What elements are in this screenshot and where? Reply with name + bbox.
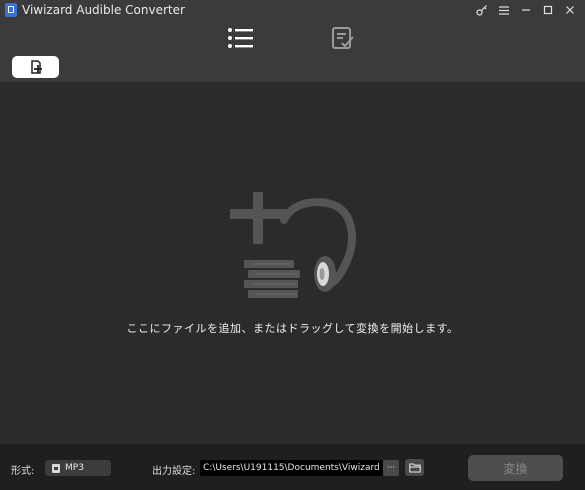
toolbar [0, 20, 585, 82]
output-label: 出力設定: [152, 466, 196, 477]
window-controls [471, 0, 581, 20]
key-icon[interactable] [471, 0, 493, 20]
add-file-icon [30, 60, 42, 74]
maximize-icon[interactable] [537, 0, 559, 20]
format-value: MP3 [65, 463, 84, 473]
folder-icon [408, 462, 421, 473]
title-bar: Viwizard Audible Converter [0, 0, 585, 20]
app-title: Viwizard Audible Converter [22, 3, 185, 17]
minimize-icon[interactable] [515, 0, 537, 20]
open-folder-button[interactable] [405, 459, 424, 476]
close-icon[interactable] [559, 0, 581, 20]
app-logo-icon [5, 3, 17, 17]
bottom-bar: 形式: MP3 出力設定: C:\Users\U191115\Documents… [0, 444, 585, 490]
add-audiobook-icon [230, 192, 356, 298]
format-file-icon [52, 463, 60, 473]
output-path-field[interactable]: C:\Users\U191115\Documents\Viwizard Au [200, 460, 383, 476]
add-file-button[interactable] [12, 56, 59, 78]
drop-zone[interactable]: ここにファイルを追加、またはドラッグして変換を開始します。 [0, 82, 585, 444]
history-icon [332, 27, 354, 49]
convert-button[interactable]: 変換 [468, 455, 563, 481]
list-icon [228, 28, 253, 48]
tab-converted-history[interactable] [328, 23, 358, 53]
browse-button[interactable]: ··· [383, 460, 399, 476]
drop-hint-text: ここにファイルを追加、またはドラッグして変換を開始します。 [126, 322, 459, 335]
format-label: 形式: [11, 466, 35, 477]
tab-converting-list[interactable] [225, 23, 255, 53]
menu-icon[interactable] [493, 0, 515, 20]
format-select[interactable]: MP3 [45, 460, 111, 476]
